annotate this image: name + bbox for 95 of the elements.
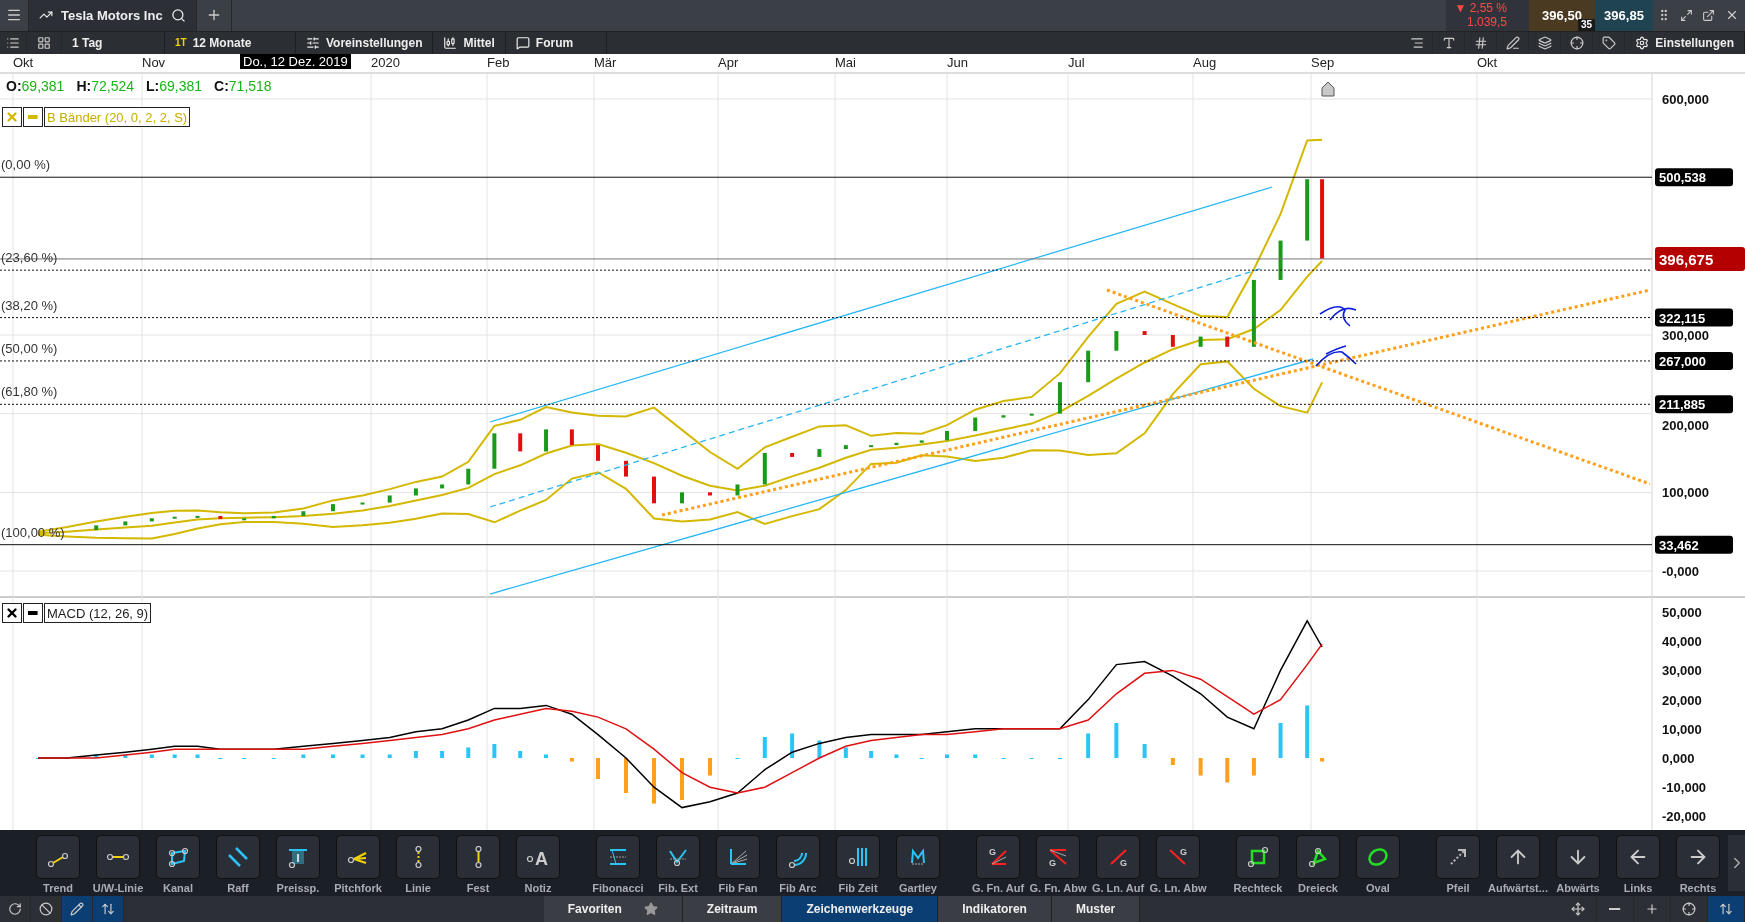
chart-tab[interactable]: Tesla Motors Inc	[29, 0, 197, 31]
fibonacci-level-label: (50,00 %)	[1, 341, 58, 357]
axis-label: 0,000	[1662, 751, 1695, 767]
month-label: Mär	[594, 55, 617, 71]
axis-label: -0,000	[1662, 564, 1699, 580]
fibonacci-level-label: (61,80 %)	[1, 384, 58, 400]
range-label: 12 Monate	[192, 35, 252, 50]
tool-label: Kanal	[163, 882, 193, 895]
tool-label: Dreieck	[1298, 882, 1338, 895]
bottom-tab[interactable]: Indikatoren	[938, 896, 1052, 922]
tool-label: G. Ln. Abw	[1149, 882, 1207, 895]
current-price-tag: 396,675	[1655, 247, 1745, 272]
month-label: Aug	[1193, 55, 1217, 71]
ask-price[interactable]: 396,85	[1595, 0, 1653, 31]
tool-label: Rechteck	[1233, 882, 1283, 895]
fibonacci-level-label: (23,60 %)	[1, 250, 58, 266]
chart-style-label: Mittel	[463, 35, 495, 50]
cursor-date-label: Do., 12 Dez. 2019	[240, 54, 351, 70]
forum-label: Forum	[535, 35, 574, 50]
month-label: Mai	[835, 55, 856, 71]
axis-label: 100,000	[1662, 485, 1709, 501]
month-label: Okt	[1477, 55, 1498, 71]
tool-label: Fib Fan	[718, 882, 758, 895]
bottom-tab[interactable]: Zeitraum	[682, 896, 783, 922]
ohlc-value: 72,524	[91, 78, 134, 95]
tool-label: Abwärts	[1556, 882, 1600, 895]
axis-label: 50,000	[1662, 605, 1702, 621]
ohlc-key: C:	[214, 78, 229, 95]
bottom-tab[interactable]: Zeichenwerkzeuge	[782, 896, 939, 922]
range-code-label: 1T	[175, 37, 187, 49]
month-label: Apr	[718, 55, 739, 71]
ohlc-key: H:	[76, 78, 92, 95]
axis-label: 200,000	[1662, 417, 1709, 433]
change-absolute: 1.039,5	[1466, 15, 1507, 30]
month-label: 2020	[371, 55, 400, 71]
bottom-tab[interactable]: Favoriten	[543, 896, 683, 922]
ohlc-key: L:	[146, 78, 160, 95]
bottom-tab[interactable]: Muster	[1051, 896, 1141, 922]
month-label: Jul	[1068, 55, 1085, 71]
tool-label: Fest	[466, 882, 490, 895]
price-tag: 267,000	[1655, 352, 1733, 371]
tool-label: Raff	[227, 882, 249, 895]
tool-label: Linie	[405, 882, 431, 895]
drawing-tool-button[interactable]: A	[516, 835, 560, 880]
indicator-legend[interactable]: MACD (12, 26, 9)	[44, 603, 152, 624]
tool-label: G. Fn. Abw	[1029, 882, 1087, 895]
tool-label: Oval	[1366, 882, 1390, 895]
price-tag: 33,462	[1655, 535, 1733, 554]
tool-label: G. Ln. Auf	[1091, 882, 1145, 895]
axis-label: 40,000	[1662, 634, 1702, 650]
axis-label: 30,000	[1662, 663, 1702, 679]
tool-label: Notiz	[524, 882, 552, 895]
month-label: Feb	[487, 55, 510, 71]
tool-label: Pfeil	[1446, 882, 1470, 895]
fibonacci-level-label: (0,00 %)	[1, 157, 51, 173]
tool-label: Fib Arc	[779, 882, 817, 895]
axis-label: -10,000	[1662, 780, 1707, 796]
tool-label: Gartley	[899, 882, 937, 895]
tool-label: Pitchfork	[334, 882, 382, 895]
tool-label: U/W-Linie	[92, 882, 144, 895]
ohlc-key: O:	[6, 78, 22, 95]
ohlc-value: 71,518	[228, 78, 272, 95]
drawing-tool-button[interactable]: G	[1096, 835, 1140, 880]
drawing-tool-button[interactable]: G	[1156, 835, 1200, 880]
price-tag: 211,885	[1655, 395, 1733, 414]
tool-label: Fibonacci	[592, 882, 644, 895]
tool-label: Links	[1623, 882, 1653, 895]
ohlc-value: 69,381	[159, 78, 203, 95]
change-percent: ▼ 2,55 %	[1454, 1, 1507, 16]
axis-label: -20,000	[1662, 809, 1707, 825]
tool-label: Fib Zeit	[838, 882, 878, 895]
ohlc-value: 69,381	[21, 78, 65, 95]
tool-label: Fib. Ext	[658, 882, 698, 895]
fibonacci-level-label: (100,00 %)	[1, 524, 65, 540]
axis-label: 600,000	[1662, 92, 1709, 108]
tab-title: Tesla Motors Inc	[61, 7, 163, 23]
month-label: Sep	[1311, 55, 1335, 71]
tool-label: Rechts	[1679, 882, 1717, 895]
drawing-tool-button[interactable]: G	[976, 835, 1020, 880]
tool-label: Preissp.	[276, 882, 320, 895]
presets-label: Voreinstellungen	[326, 35, 423, 50]
price-tag: 322,115	[1655, 308, 1733, 327]
axis-label: 10,000	[1662, 721, 1702, 737]
axis-label: 300,000	[1662, 328, 1709, 344]
month-label: Jun	[947, 55, 968, 71]
fibonacci-level-label: (38,20 %)	[1, 297, 58, 313]
tool-label: Trend	[43, 882, 73, 895]
month-label: Nov	[142, 55, 166, 71]
drawing-tool-button[interactable]: G	[1036, 835, 1080, 880]
tool-label: G. Fn. Auf	[971, 882, 1025, 895]
axis-label: 20,000	[1662, 692, 1702, 708]
price-tag: 500,538	[1655, 168, 1733, 187]
settings-label: Einstellungen	[1655, 35, 1734, 50]
tool-label: Aufwärtst...	[1488, 882, 1548, 895]
month-label: Okt	[13, 55, 34, 71]
